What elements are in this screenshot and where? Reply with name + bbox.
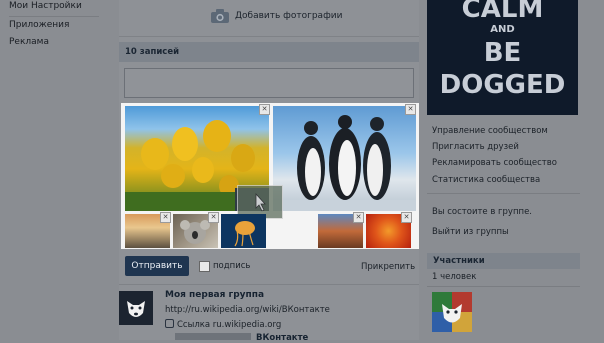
post-link-title[interactable]: ВКонтакте bbox=[256, 333, 308, 343]
signature-label: подпись bbox=[213, 261, 251, 271]
members-divider bbox=[427, 286, 580, 287]
penguins-illustration bbox=[273, 115, 416, 211]
send-button[interactable]: Отправить bbox=[125, 256, 189, 276]
group-cover-poster[interactable]: CALM AND BE DOGGED bbox=[427, 0, 578, 115]
camera-icon bbox=[211, 9, 229, 23]
feed-divider bbox=[119, 284, 419, 285]
remove-koala-icon[interactable]: ✕ bbox=[208, 212, 219, 223]
remove-desert-icon[interactable]: ✕ bbox=[160, 212, 171, 223]
leave-group-link[interactable]: Выйти из группы bbox=[432, 227, 509, 237]
poster-line-4: DOGGED bbox=[439, 70, 566, 100]
dog-logo-icon bbox=[127, 301, 145, 317]
member-avatar-icon bbox=[432, 292, 472, 332]
sidebar-divider bbox=[9, 16, 99, 17]
jellyfish-illustration bbox=[234, 221, 255, 247]
signature-checkbox[interactable] bbox=[199, 261, 210, 272]
posts-header: 10 записей bbox=[119, 42, 419, 62]
membership-status: Вы состоите в группе. bbox=[432, 207, 532, 217]
post-author[interactable]: Моя первая группа bbox=[165, 290, 264, 300]
attachments-panel: ✕ ✕ ✕ ✕ ✕ ✕ bbox=[121, 103, 419, 249]
members-title: Участники bbox=[433, 256, 485, 266]
post-input[interactable] bbox=[124, 68, 414, 98]
menu-advertise-community[interactable]: Рекламировать сообщество bbox=[432, 158, 557, 168]
penguins-photo[interactable] bbox=[273, 106, 416, 211]
remove-penguins-icon[interactable]: ✕ bbox=[405, 104, 416, 115]
sidebar-item-apps[interactable]: Приложения bbox=[9, 20, 69, 30]
poster-line-2: AND bbox=[490, 24, 515, 35]
link-icon bbox=[165, 319, 174, 328]
members-header[interactable]: Участники bbox=[427, 253, 580, 269]
poster-line-1: CALM bbox=[461, 0, 544, 24]
post-text-link[interactable]: http://ru.wikipedia.org/wiki/ВКонтакте bbox=[165, 305, 330, 315]
post-link-ref-label: Ссылка ru.wikipedia.org bbox=[177, 320, 282, 330]
post-link-preview[interactable] bbox=[175, 333, 251, 340]
members-count: 1 человек bbox=[432, 272, 477, 282]
left-sidebar bbox=[0, 0, 108, 340]
menu-manage-community[interactable]: Управление сообществом bbox=[432, 126, 548, 136]
remove-tulips-icon[interactable]: ✕ bbox=[259, 104, 270, 115]
remove-flower-icon[interactable]: ✕ bbox=[401, 212, 412, 223]
sidebar-item-settings[interactable]: Мои Настройки bbox=[9, 1, 82, 11]
posts-count: 10 записей bbox=[125, 47, 180, 57]
sidebar-item-ads[interactable]: Реклама bbox=[9, 37, 49, 47]
group-avatar[interactable] bbox=[119, 291, 153, 325]
right-divider bbox=[427, 193, 580, 194]
add-photos-label: Добавить фотографии bbox=[235, 11, 343, 21]
poster-line-3: BE bbox=[483, 38, 522, 68]
menu-invite-friends[interactable]: Пригласить друзей bbox=[432, 142, 519, 152]
thumb-jellyfish[interactable] bbox=[221, 214, 266, 248]
attach-link[interactable]: Прикрепить bbox=[361, 262, 415, 272]
post-link-ref[interactable]: Ссылка ru.wikipedia.org bbox=[165, 319, 281, 330]
add-photos-bar[interactable]: Добавить фотографии bbox=[119, 0, 419, 37]
menu-community-stats[interactable]: Статистика сообщества bbox=[432, 175, 540, 185]
member-avatar[interactable] bbox=[432, 292, 472, 332]
remove-canyon-icon[interactable]: ✕ bbox=[353, 212, 364, 223]
